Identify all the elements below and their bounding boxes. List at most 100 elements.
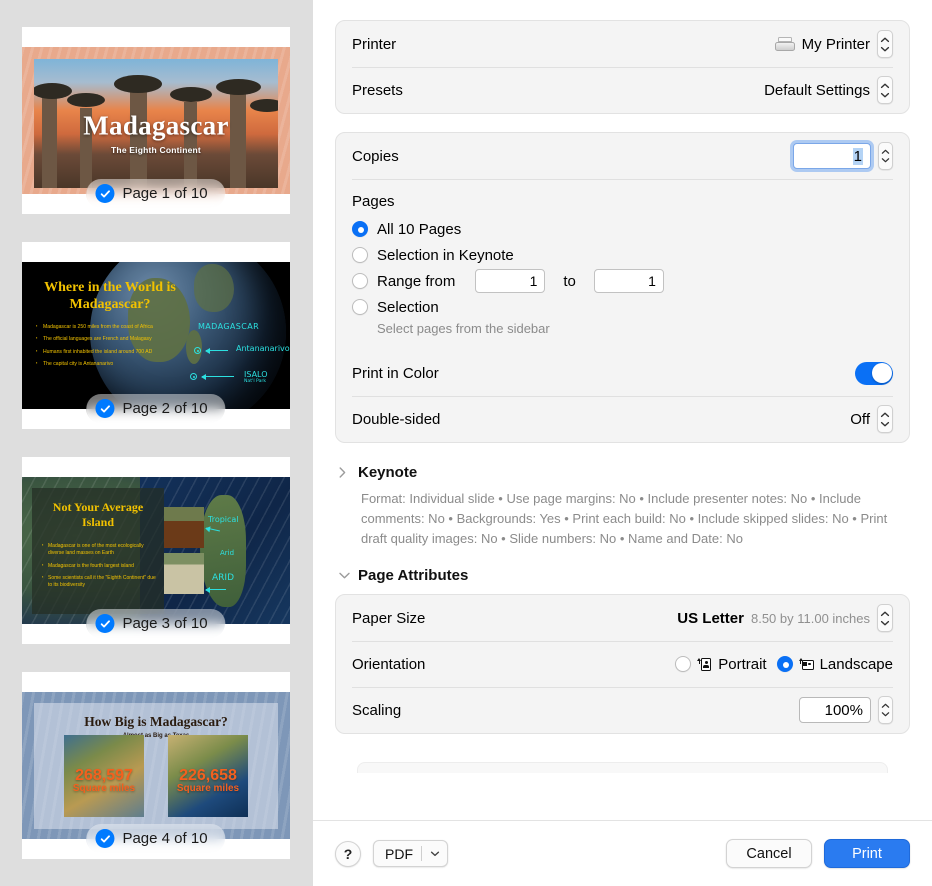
presets-value: Default Settings (764, 81, 870, 99)
printer-popup-chevron-icon[interactable] (877, 30, 893, 58)
slide-4-title: How Big is Madagascar? (84, 714, 228, 729)
checkmark-icon (95, 399, 115, 418)
page-badge-4[interactable]: Page 4 of 10 (86, 824, 226, 853)
range-from-value: 1 (529, 273, 538, 289)
thumbnail-page-3[interactable]: Tropical Arid ARID Not Your Average Isla… (22, 457, 290, 644)
page-badge-1[interactable]: Page 1 of 10 (86, 179, 226, 208)
copies-row[interactable]: Copies 1 (336, 133, 909, 179)
slide-4-image-madagascar: 226,658 Square miles (168, 735, 248, 817)
double-sided-value: Off (850, 410, 870, 428)
paper-size-value: US Letter (677, 609, 744, 627)
radio-portrait[interactable] (675, 656, 692, 673)
paper-size-row[interactable]: Paper Size US Letter 8.50 by 11.00 inche… (336, 595, 909, 641)
printer-row[interactable]: Printer My Printer (336, 21, 909, 67)
scaling-value: 100% (824, 701, 863, 719)
slide-3-bullet: Madagascar is the fourth largest island (42, 561, 156, 570)
page-badge-label-1: Page 1 of 10 (122, 185, 208, 202)
slide-3-photo-arid (164, 553, 204, 594)
double-sided-row[interactable]: Double-sided Off (336, 396, 909, 442)
radio-landscape[interactable] (776, 656, 793, 673)
scaling-stepper[interactable] (878, 696, 893, 725)
slide-4-stat-unit-2: Square miles (176, 782, 240, 794)
pages-option-range[interactable]: Range from 1 to 1 (352, 268, 893, 294)
cancel-button[interactable]: Cancel (726, 839, 812, 868)
double-sided-label: Double-sided (352, 410, 441, 428)
pages-option-range-label: Range from (377, 272, 456, 290)
help-button[interactable]: ? (335, 840, 361, 867)
radio-all-pages[interactable] (352, 221, 368, 237)
printer-value: My Printer (801, 35, 870, 53)
copies-stepper[interactable] (878, 142, 893, 170)
pages-block: Pages All 10 Pages Selection in Keynote … (336, 179, 909, 350)
resize-grip[interactable] (920, 874, 930, 884)
scaling-input[interactable]: 100% (799, 697, 871, 724)
print-options-scroll[interactable]: Printer My Printer Presets Default Setti… (313, 0, 932, 820)
checkmark-icon (95, 614, 115, 633)
paper-size-label: Paper Size (352, 609, 426, 627)
pages-option-all-label: All 10 Pages (377, 220, 462, 238)
paper-size-popup-chevron-icon[interactable] (877, 604, 893, 633)
orientation-row[interactable]: Orientation Portrait Landscape (336, 641, 909, 687)
chevron-down-icon[interactable] (339, 572, 350, 579)
pages-selection-hint: Select pages from the sidebar (377, 321, 550, 336)
slide-2-annotation-country: MADAGASCAR (198, 322, 260, 331)
slide-2-park-name: ISALO (244, 370, 268, 379)
keynote-section-title: Keynote (358, 463, 418, 481)
radio-selection[interactable] (352, 299, 368, 315)
keynote-section-header[interactable]: Keynote (335, 461, 910, 483)
pages-option-all[interactable]: All 10 Pages (352, 216, 893, 242)
slide-1-title: Madagascar (83, 110, 229, 141)
slide-2-bullet: The official languages are French and Ma… (36, 335, 188, 343)
range-to-label: to (563, 272, 576, 290)
pages-option-selection-in-keynote[interactable]: Selection in Keynote (352, 242, 893, 268)
slide-1-canvas: Madagascar The Eighth Continent (22, 47, 290, 194)
slide-3-photo-tropical (164, 507, 204, 548)
range-to-value: 1 (648, 273, 656, 289)
slide-2-title: Where in the World is Madagascar? (44, 280, 176, 313)
copies-input[interactable]: 1 (793, 143, 871, 169)
thumbnail-page-4[interactable]: How Big is Madagascar? Almost as Big as … (22, 672, 290, 859)
orientation-option-portrait[interactable]: Portrait (675, 656, 767, 673)
thumbnail-page-2[interactable]: Where in the World is Madagascar? Madaga… (22, 242, 290, 429)
print-in-color-row[interactable]: Print in Color (336, 350, 909, 396)
landscape-icon (798, 657, 814, 672)
radio-range[interactable] (352, 273, 368, 289)
slide-3-annotation-arid-small: Arid (220, 549, 235, 557)
copies-pages-card: Copies 1 Pages All 10 Pages Selection in… (335, 132, 910, 443)
range-to-input[interactable]: 1 (593, 269, 664, 293)
slide-2-arrow-capital (205, 346, 228, 355)
pdf-menu-button[interactable]: PDF (373, 840, 448, 867)
slide-3-arrow-arid (205, 585, 226, 594)
slide-2-bullet: Madagascar is 250 miles from the coast o… (36, 323, 188, 331)
slide-3-bullet: Madagascar is one of the most ecological… (42, 542, 156, 558)
print-dialog: Madagascar The Eighth Continent Page 1 o… (0, 0, 932, 886)
radio-selection-in-keynote[interactable] (352, 247, 368, 263)
slide-1-photo: Madagascar The Eighth Continent (34, 59, 278, 188)
page-attributes-card: Paper Size US Letter 8.50 by 11.00 inche… (335, 594, 910, 735)
slide-2-arrow-park (201, 372, 234, 381)
pages-option-selection[interactable]: Selection (352, 294, 893, 320)
slide-2-park-sub: Nat'l Park (244, 379, 266, 384)
print-button[interactable]: Print (824, 839, 910, 868)
double-sided-popup-chevron-icon[interactable] (877, 405, 893, 433)
page-badge-2[interactable]: Page 2 of 10 (86, 394, 226, 423)
presets-row[interactable]: Presets Default Settings (336, 67, 909, 113)
slide-2-canvas: Where in the World is Madagascar? Madaga… (22, 262, 290, 409)
scaling-label: Scaling (352, 701, 402, 719)
page-badge-3[interactable]: Page 3 of 10 (86, 609, 226, 638)
chevron-right-icon[interactable] (339, 466, 350, 478)
printer-icon (774, 36, 795, 52)
print-in-color-toggle[interactable] (855, 361, 893, 385)
portrait-icon (697, 657, 712, 672)
range-from-input[interactable]: 1 (475, 269, 546, 293)
page-attributes-header[interactable]: Page Attributes (335, 564, 910, 586)
scaling-row[interactable]: Scaling 100% (336, 687, 909, 733)
copies-label: Copies (352, 147, 399, 165)
orientation-option-landscape[interactable]: Landscape (776, 656, 893, 673)
dialog-toolbar: ? PDF Cancel Print (313, 820, 932, 886)
chevron-down-icon[interactable] (430, 850, 440, 857)
presets-popup-chevron-icon[interactable] (877, 76, 893, 104)
thumbnail-page-1[interactable]: Madagascar The Eighth Continent Page 1 o… (22, 27, 290, 214)
page-badge-label-4: Page 4 of 10 (122, 830, 208, 847)
page-thumbnails-sidebar[interactable]: Madagascar The Eighth Continent Page 1 o… (0, 0, 313, 886)
